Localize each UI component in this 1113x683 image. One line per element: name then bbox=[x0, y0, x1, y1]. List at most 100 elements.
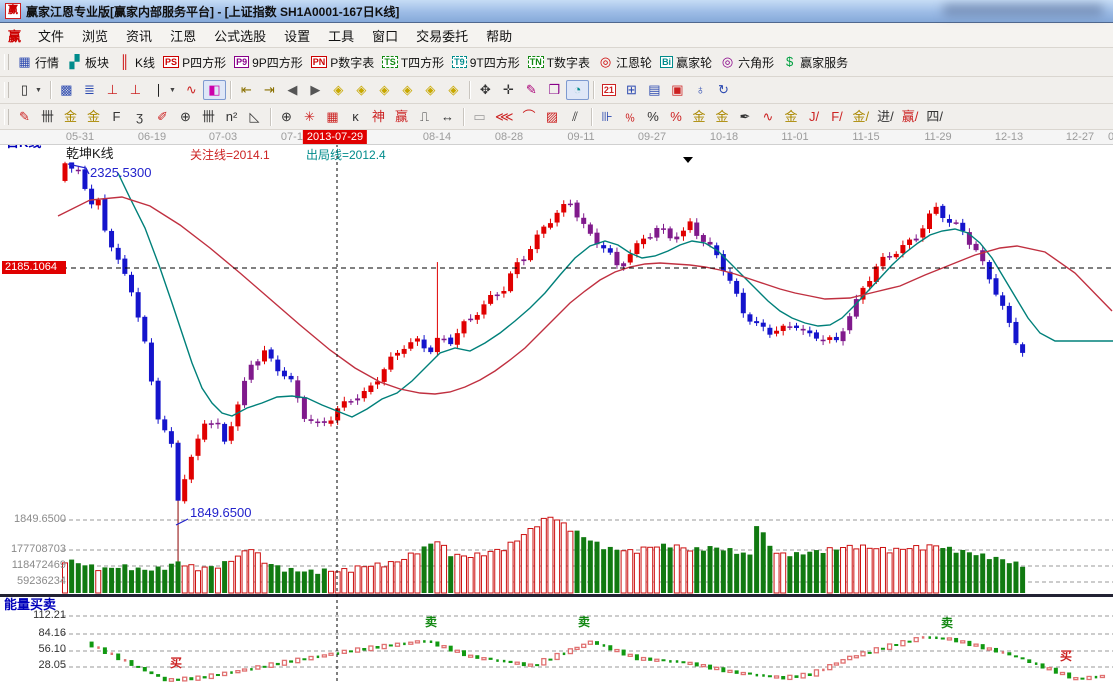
high-annotation: 2325.5300 bbox=[90, 166, 151, 180]
menu-item-9[interactable]: 交易委托 bbox=[407, 27, 477, 46]
gold-seal-2-button[interactable]: 金 bbox=[82, 107, 105, 127]
j-angle-line-button[interactable]: J/ bbox=[803, 107, 826, 127]
annotate-pen-button[interactable]: ✎ bbox=[520, 80, 543, 100]
n-squared-button[interactable]: n² bbox=[220, 107, 243, 127]
web-sync-button[interactable]: ♁ bbox=[689, 80, 712, 100]
hatch-box-button[interactable]: ▨ bbox=[541, 107, 564, 127]
nav-last-button[interactable]: ⇥ bbox=[258, 80, 281, 100]
date-tick-label: 09-11 bbox=[567, 130, 594, 144]
diamond-shrink-button[interactable]: ◈ bbox=[396, 80, 419, 100]
rail-lines-2-button[interactable]: 卌 bbox=[197, 107, 220, 127]
t-square-button[interactable]: TST四方形 bbox=[378, 52, 448, 73]
diamond-right-button[interactable]: ◈ bbox=[350, 80, 373, 100]
si-angle-line-button[interactable]: 四/ bbox=[922, 107, 947, 127]
ink-knife-button[interactable]: ✒ bbox=[734, 107, 757, 127]
menu-item-4[interactable]: 江恩 bbox=[161, 27, 205, 46]
zigzag-pattern-button[interactable]: ∿ bbox=[180, 80, 203, 100]
diamond-full-button[interactable]: ◈ bbox=[442, 80, 465, 100]
gann-box-tool-button[interactable]: ❒ bbox=[543, 80, 566, 100]
menu-item-10[interactable]: 帮助 bbox=[477, 27, 521, 46]
diamond-horizontal-button[interactable]: ◈ bbox=[373, 80, 396, 100]
winner-service-button[interactable]: $赢家服务 bbox=[778, 52, 852, 73]
set-square-button[interactable]: ◺ bbox=[243, 107, 266, 127]
gold-seal-1-button[interactable]: 金 bbox=[59, 107, 82, 127]
pattern-window-button[interactable]: ▩ bbox=[55, 80, 78, 100]
p-square-button[interactable]: PSP四方形 bbox=[159, 52, 230, 73]
rail-lines-button[interactable]: 卌 bbox=[36, 107, 59, 127]
jin-angle-line-button[interactable]: 进/ bbox=[873, 107, 898, 127]
nav-prev-button[interactable]: ◀ bbox=[281, 80, 304, 100]
toolbar-grip bbox=[4, 82, 9, 98]
gann-wheel-button[interactable]: ◎江恩轮 bbox=[594, 52, 656, 73]
kline-style-select-button[interactable]: ▯▼ bbox=[13, 80, 46, 100]
pan-hand-button[interactable]: ✥ bbox=[474, 80, 497, 100]
parallel-lines-button[interactable]: ⫽ bbox=[564, 107, 587, 127]
calendar-21-button[interactable]: 21 bbox=[598, 82, 620, 98]
xi-angle-line-button[interactable]: 赢/ bbox=[898, 107, 923, 127]
kline-button[interactable]: ║K线 bbox=[113, 52, 159, 73]
menu-item-8[interactable]: 窗口 bbox=[363, 27, 407, 46]
market-quotes-button[interactable]: ▦行情 bbox=[13, 52, 63, 73]
nav-first-button[interactable]: ⇤ bbox=[235, 80, 258, 100]
arc-tool-button[interactable]: ⌒ bbox=[518, 107, 541, 127]
remote-update-button[interactable]: ↻ bbox=[712, 80, 735, 100]
nav-next-button[interactable]: ▶ bbox=[304, 80, 327, 100]
gold-angle-line-button[interactable]: 金/ bbox=[849, 107, 874, 127]
f10-report-button[interactable]: ≣ bbox=[78, 80, 101, 100]
f-angle-line-button[interactable]: F/ bbox=[826, 107, 849, 127]
save-disk-button[interactable]: ▣ bbox=[666, 80, 689, 100]
ray-fan-button[interactable]: ⋘ bbox=[491, 107, 518, 127]
menu-item-7[interactable]: 工具 bbox=[319, 27, 363, 46]
spiral-tool-button[interactable]: ʒ bbox=[128, 107, 151, 127]
red-grid-box-button[interactable]: ▦ bbox=[321, 107, 344, 127]
menu-item-2[interactable]: 浏览 bbox=[73, 27, 117, 46]
starburst-button[interactable]: ✳ bbox=[298, 107, 321, 127]
gold-bar-button[interactable]: 金 bbox=[711, 107, 734, 127]
wave-tool-button[interactable]: ∿ bbox=[757, 107, 780, 127]
color-histogram-button[interactable]: ◧ bbox=[203, 80, 226, 100]
percent-button[interactable]: % bbox=[642, 107, 665, 127]
percent-red-button[interactable]: ﹪ bbox=[619, 107, 642, 127]
pen-red-button[interactable]: ✐ bbox=[151, 107, 174, 127]
notes-button[interactable]: ▤ bbox=[643, 80, 666, 100]
span-arrows-button[interactable]: ↔ bbox=[436, 107, 459, 127]
kline-style-select-dropdown-icon: ▼ bbox=[35, 87, 42, 94]
shen-tool-button[interactable]: 神 bbox=[367, 107, 390, 127]
gold-seal-3-button[interactable]: 金 bbox=[780, 107, 803, 127]
t9-square-button[interactable]: T99T四方形 bbox=[448, 52, 524, 73]
menu-item-5[interactable]: 公式选股 bbox=[205, 27, 275, 46]
single-kline-button[interactable]: ∣▼ bbox=[147, 80, 180, 100]
crosshair-icon: ✛ bbox=[501, 82, 516, 98]
ying-tool-button[interactable]: 赢 bbox=[390, 107, 413, 127]
k-marks-button[interactable]: ĸ bbox=[344, 107, 367, 127]
calculator-button[interactable]: ⊞ bbox=[620, 80, 643, 100]
f-ruler-button[interactable]: F bbox=[105, 107, 128, 127]
brain-pattern-button[interactable]: ◔ bbox=[566, 80, 589, 100]
diamond-grow-button[interactable]: ◈ bbox=[419, 80, 442, 100]
menu-item-3[interactable]: 资讯 bbox=[117, 27, 161, 46]
hexagon-button[interactable]: ◎六角形 bbox=[716, 52, 778, 73]
p9-square-button[interactable]: P99P四方形 bbox=[230, 52, 307, 73]
scale-ruler-button[interactable]: ⎍ bbox=[413, 107, 436, 127]
kline-style-select-icon: ▯ bbox=[17, 82, 32, 98]
grid-3-chart-button[interactable]: ⊥ bbox=[101, 80, 124, 100]
winner-wheel-button[interactable]: Bi赢家轮 bbox=[656, 52, 716, 73]
crosshair-button[interactable]: ✛ bbox=[497, 80, 520, 100]
window-titlebar: 赢 赢家江恩专业版[赢家内部服务平台] - [上证指数 SH1A0001-167… bbox=[0, 0, 1113, 23]
p-number-table-button[interactable]: PNP数字表 bbox=[307, 52, 379, 73]
chart-canvas[interactable] bbox=[0, 144, 1113, 683]
menu-item-6[interactable]: 设置 bbox=[275, 27, 319, 46]
menu-item-1[interactable]: 文件 bbox=[29, 27, 73, 46]
circle-axis-button[interactable]: ⊕ bbox=[174, 107, 197, 127]
sectors-button[interactable]: ▞板块 bbox=[63, 52, 113, 73]
compass-pen-button[interactable]: ✎ bbox=[13, 107, 36, 127]
diamond-left-button[interactable]: ◈ bbox=[327, 80, 350, 100]
percent-line-button[interactable]: % bbox=[665, 107, 688, 127]
compass-circle-button[interactable]: ⊕ bbox=[275, 107, 298, 127]
grid-9-chart-button[interactable]: ⊥ bbox=[124, 80, 147, 100]
gray-frame-button[interactable]: ▭ bbox=[468, 107, 491, 127]
stat-columns-button[interactable]: ⊪ bbox=[596, 107, 619, 127]
diamond-shrink-icon: ◈ bbox=[400, 82, 415, 98]
gold-circle-button[interactable]: 金 bbox=[688, 107, 711, 127]
t-number-table-button[interactable]: TNT数字表 bbox=[524, 52, 594, 73]
